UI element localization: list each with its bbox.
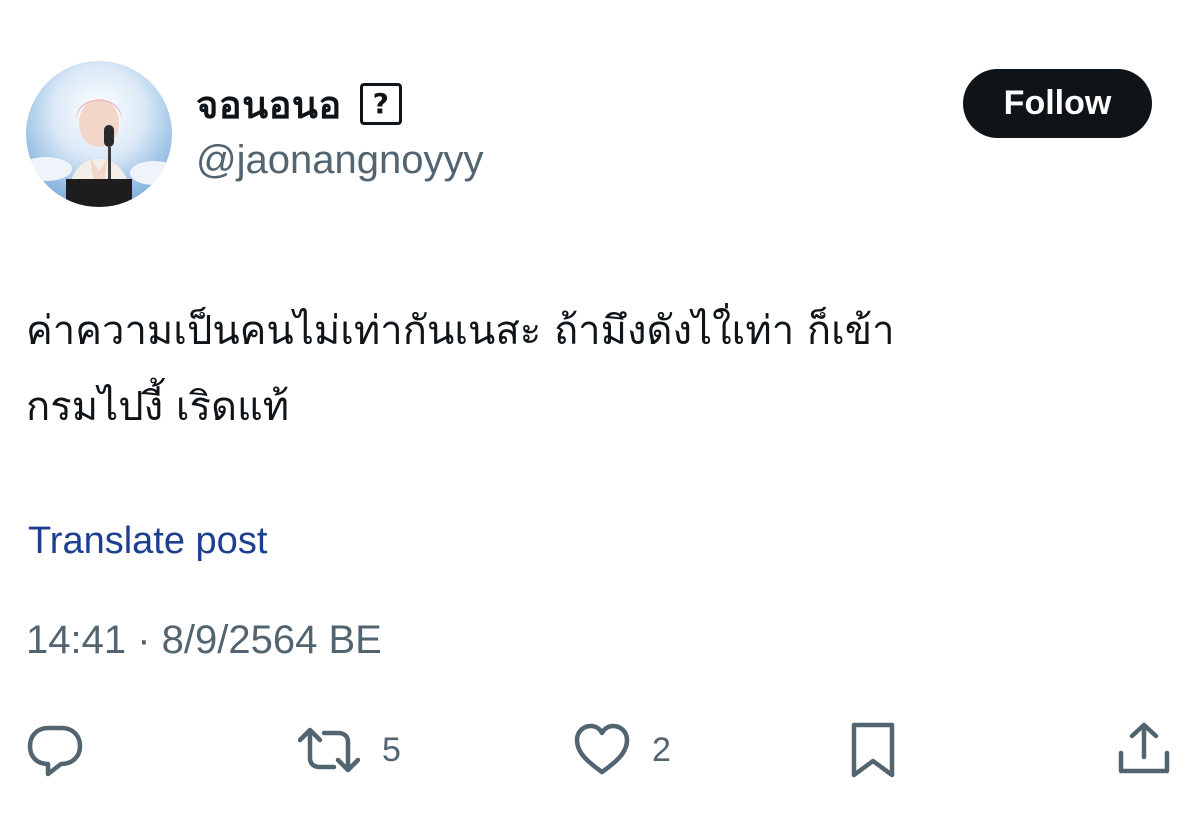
reply-icon <box>27 725 83 777</box>
share-button[interactable] <box>1116 722 1172 778</box>
translate-post-link[interactable]: Translate post <box>28 520 267 563</box>
question-box-icon: ? <box>359 83 402 125</box>
user-handle[interactable]: @jaonangnoyyy <box>196 138 483 183</box>
heart-icon <box>574 723 630 775</box>
repost-count: 5 <box>382 730 401 769</box>
display-name-row: จอนอนอ ? <box>196 78 483 130</box>
avatar[interactable] <box>26 61 172 207</box>
reply-button[interactable] <box>26 722 84 778</box>
like-count: 2 <box>652 730 671 769</box>
post-text-line: ค่าความเป็นคนไม่เท่ากันเนสะ ถ้ามึงดังไใ่… <box>26 308 895 354</box>
repost-icon <box>298 727 360 773</box>
bookmark-icon <box>851 722 895 778</box>
follow-button[interactable]: Follow <box>963 69 1152 138</box>
post-detail: จอนอนอ ? @jaonangnoyyy Follow ค่าความเป็… <box>0 0 1200 827</box>
share-icon <box>1118 722 1170 774</box>
post-text-line: กรมไปงี้ เริดแท้ <box>26 384 290 430</box>
display-name[interactable]: จอนอนอ <box>196 74 342 135</box>
like-button[interactable]: 2 <box>574 722 671 778</box>
author-block: จอนอนอ ? @jaonangnoyyy <box>196 78 483 183</box>
post-text: ค่าความเป็นคนไม่เท่ากันเนสะ ถ้ามึงดังไใ่… <box>26 293 1166 445</box>
post-timestamp[interactable]: 14:41 · 8/9/2564 BE <box>26 618 382 663</box>
avatar-photo <box>26 61 172 207</box>
bookmark-button[interactable] <box>848 722 898 778</box>
repost-button[interactable]: 5 <box>298 722 401 778</box>
